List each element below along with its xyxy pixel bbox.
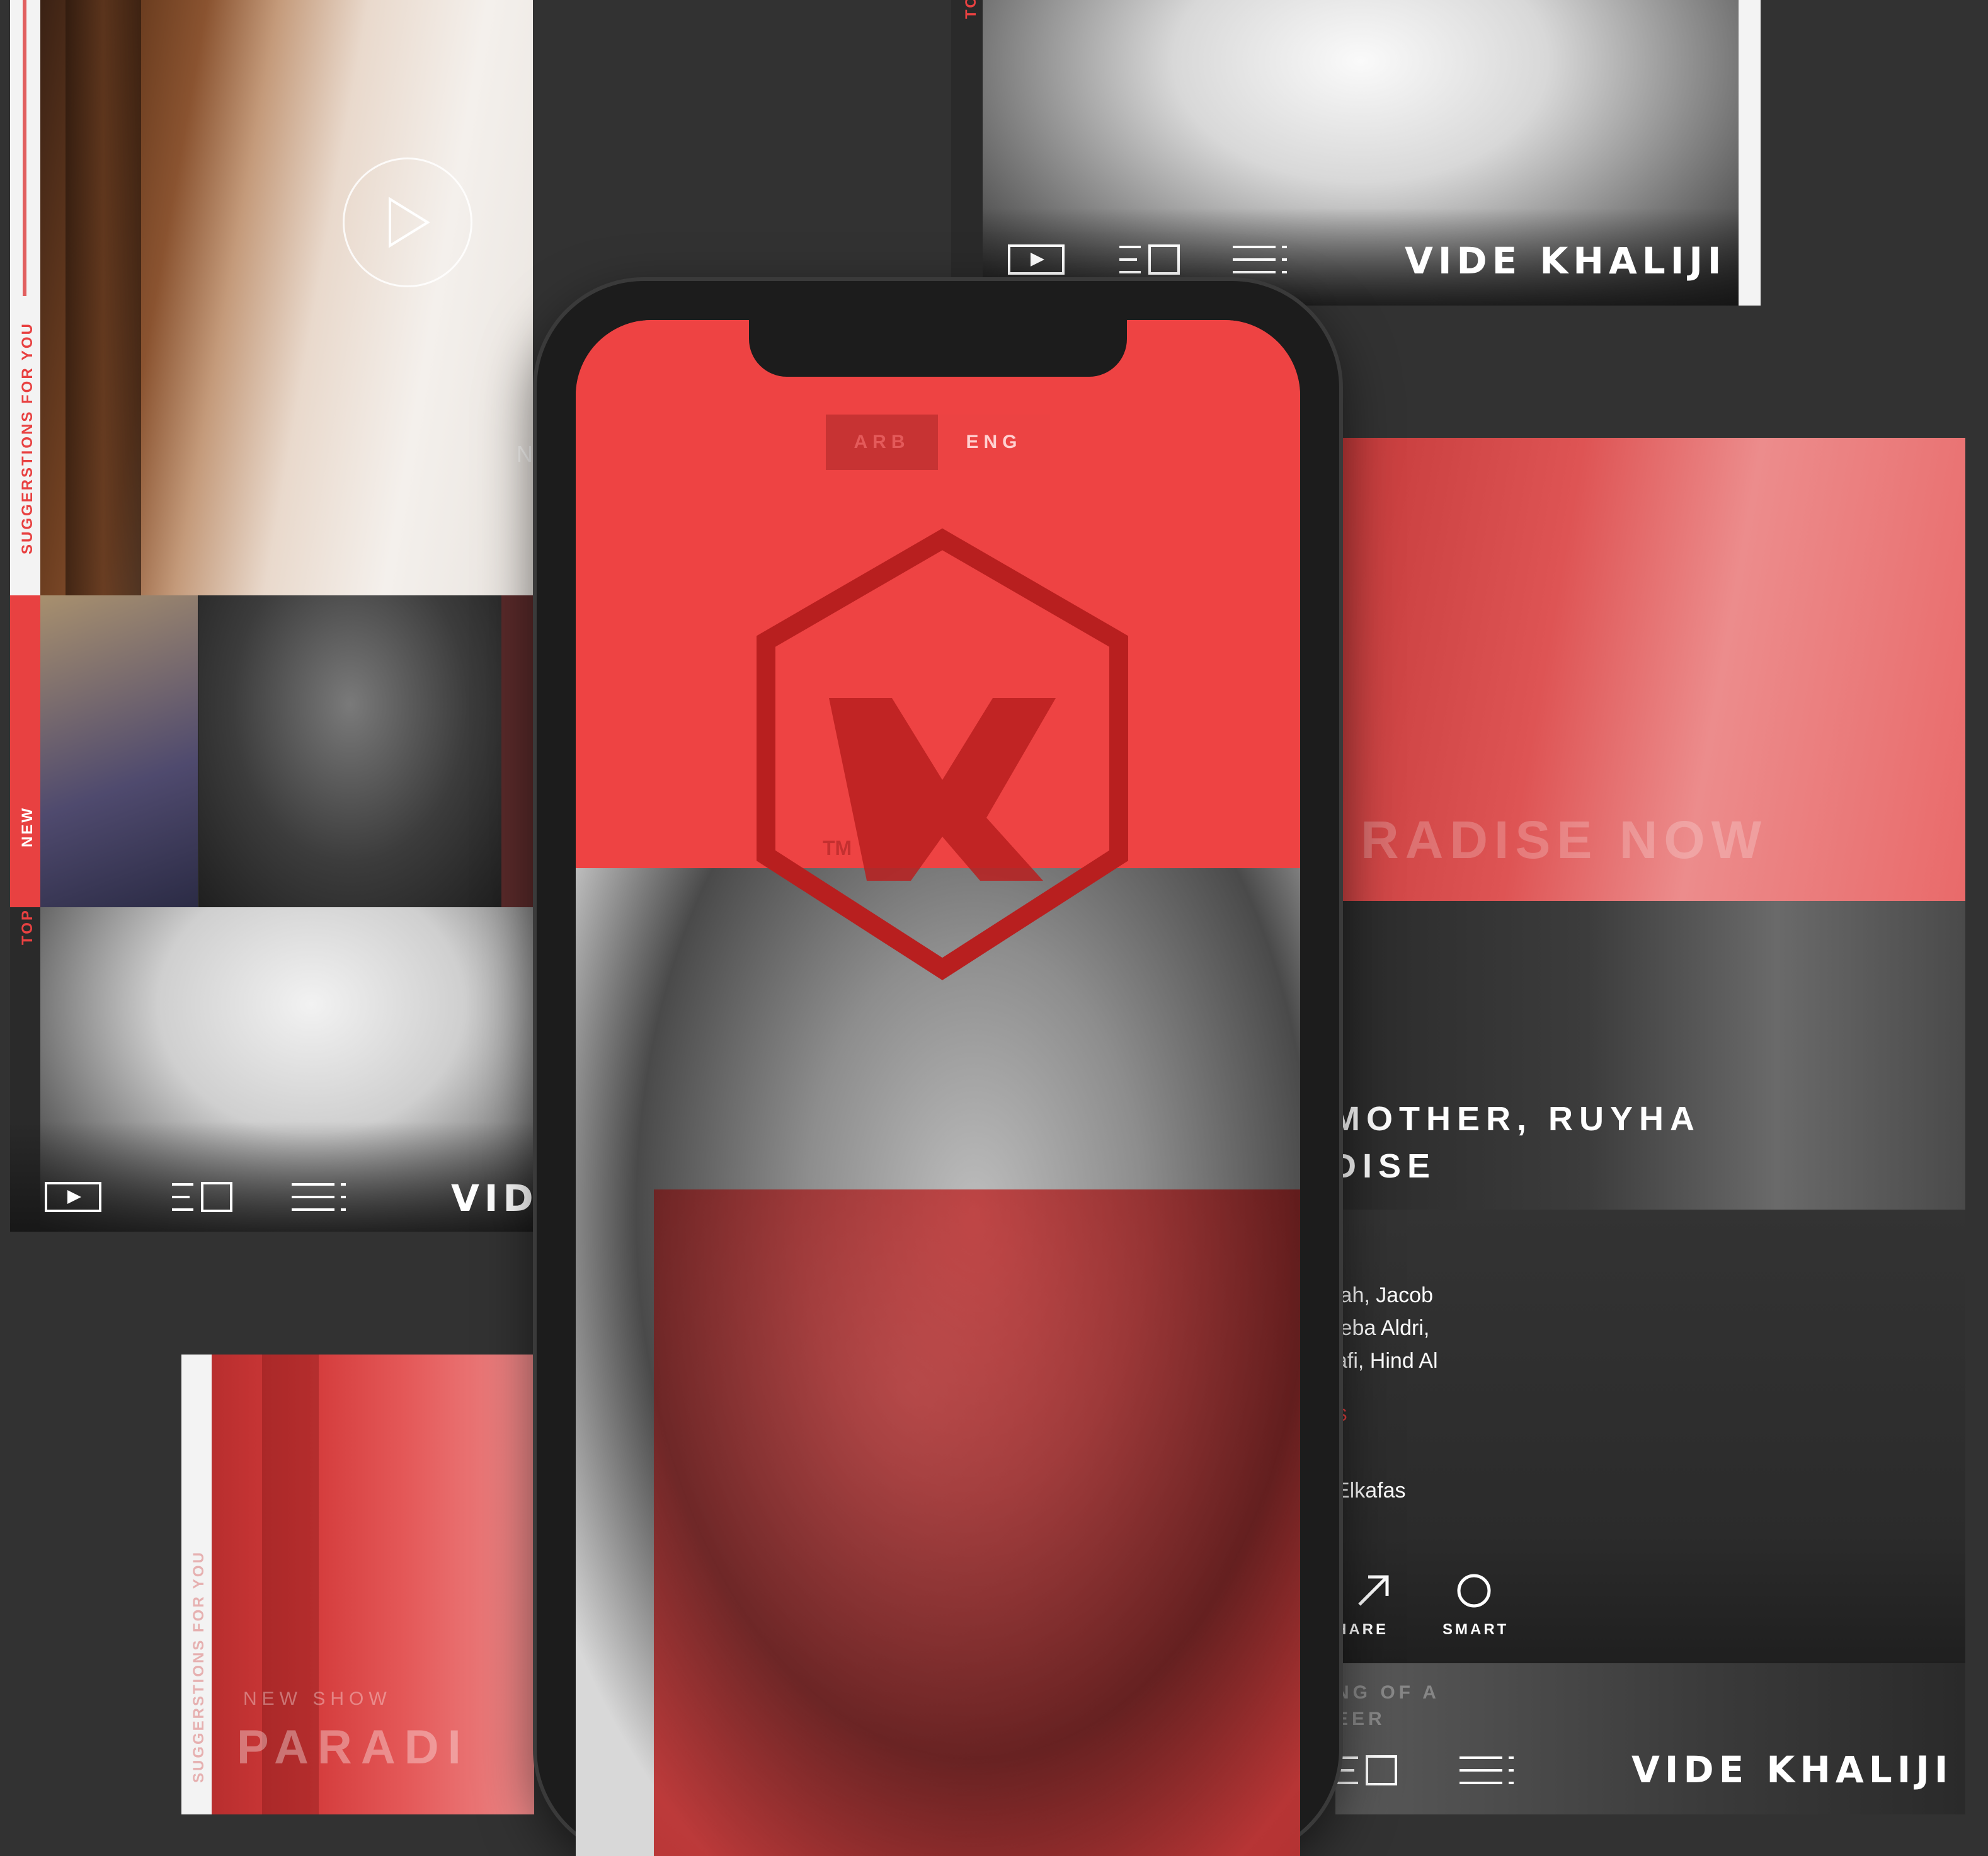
cast-line: leba Aldri,: [1335, 1316, 1430, 1340]
brand-logo-partial: VID: [451, 1177, 533, 1220]
brand-logo: VIDE KHALIJI: [1405, 239, 1727, 282]
hero-image[interactable]: RADISE NOW: [1335, 438, 1965, 901]
rail-label-suggestions[interactable]: SUGGERSTIONS FOR YOU: [19, 322, 37, 554]
trademark-label: TM: [823, 837, 852, 859]
thumbnail-card[interactable]: [501, 595, 533, 907]
cast-line: lah, Jacob: [1335, 1283, 1433, 1307]
phone-screen: ARB ENG TM: [576, 320, 1300, 1856]
next-show-card[interactable]: NG OF A EER VIDE KHALIJI: [1335, 1663, 1965, 1814]
bottom-nav: VID: [10, 1121, 533, 1232]
rail-label-suggestions[interactable]: SUGGERSTIONS FOR YOU: [190, 1550, 208, 1783]
phone-notch: [749, 320, 1127, 377]
share-label: HARE: [1335, 1621, 1389, 1638]
details-area: lah, Jacob leba Aldri, afi, Hind Al S El…: [1335, 1210, 1965, 1676]
episodes-nav-button[interactable]: [1115, 241, 1184, 278]
bottom-left-panel: SUGGERSTIONS FOR YOU NEW SHOW PARADI: [181, 1355, 534, 1814]
play-button[interactable]: [343, 158, 472, 287]
share-icon: [1358, 1575, 1389, 1606]
rail-label-top[interactable]: TOP: [19, 908, 37, 945]
menu-icon: [1233, 246, 1287, 273]
play-icon: [1008, 244, 1065, 275]
rail-label-new[interactable]: NEW: [19, 806, 37, 847]
new-rail: NEW: [10, 595, 40, 907]
language-switch: ARB ENG: [826, 415, 1050, 470]
show-title: PARADI: [237, 1721, 470, 1774]
show-subtitle: NEW SHOW: [243, 1688, 392, 1709]
episodes-icon: [172, 1182, 232, 1212]
episodes-icon: [1119, 244, 1180, 275]
language-arb[interactable]: ARB: [826, 415, 938, 470]
menu-icon: [292, 1183, 346, 1211]
door-frame: [66, 0, 141, 595]
side-rail: SUGGERSTIONS FOR YOU: [181, 1355, 212, 1814]
share-action[interactable]: HARE: [1335, 1572, 1411, 1641]
episodes-icon: [1337, 1755, 1397, 1785]
brand-logo: VIDE KHALIJI: [1631, 1748, 1953, 1791]
language-eng[interactable]: ENG: [938, 415, 1050, 470]
smart-icon: [1457, 1574, 1491, 1608]
phone-mockup: ARB ENG TM: [537, 281, 1339, 1856]
play-nav-button[interactable]: [1002, 241, 1071, 278]
next-title-line1: NG OF A: [1335, 1682, 1440, 1703]
play-icon: [45, 1182, 101, 1212]
episodes-nav-button[interactable]: [168, 1178, 237, 1216]
show-title-line2: DISE: [1335, 1147, 1437, 1185]
smart-action[interactable]: SMART: [1430, 1572, 1518, 1641]
right-edge: [1739, 0, 1761, 306]
play-nav-button[interactable]: [35, 1178, 111, 1216]
right-detail-panel: RADISE NOW MOTHER, RUYHA DISE lah, Jacob…: [1335, 438, 1965, 1814]
cast-line: afi, Hind Al: [1335, 1349, 1438, 1373]
hero-image[interactable]: NEW SHOW PARADI: [212, 1355, 534, 1814]
thumbnail-card[interactable]: [40, 595, 198, 907]
hero-image[interactable]: NE: [40, 0, 533, 595]
rail: TO: [951, 0, 983, 306]
menu-nav-button[interactable]: [1455, 1751, 1518, 1789]
director-name: Elkafas: [1335, 1479, 1406, 1503]
top-right-panel: TO VIDE KHALIJI: [951, 0, 1761, 306]
rail-progress: [23, 0, 26, 296]
menu-nav-button[interactable]: [1228, 241, 1291, 278]
top-section: TOP VID: [10, 907, 533, 1232]
left-app-panel: SUGGERSTIONS FOR YOU NE NEW TOP: [10, 0, 533, 1232]
hero-overlay-text: NE: [517, 441, 533, 467]
overlay-title: RADISE NOW: [1361, 810, 1768, 869]
new-section: NEW: [10, 595, 533, 907]
thumbnail-card[interactable]: [199, 595, 501, 907]
smart-label: SMART: [1442, 1621, 1509, 1638]
show-title-line1: MOTHER, RUYHA: [1335, 1100, 1701, 1138]
menu-icon: [1460, 1756, 1514, 1784]
menu-nav-button[interactable]: [287, 1178, 350, 1216]
next-title-line2: EER: [1335, 1709, 1386, 1729]
episodes-nav-button[interactable]: [1335, 1751, 1398, 1789]
vk-logo: [757, 528, 1128, 980]
rail-label-top[interactable]: TO: [963, 0, 980, 19]
splash-red-block-tint: [654, 1189, 1300, 1856]
play-icon: [389, 197, 430, 248]
